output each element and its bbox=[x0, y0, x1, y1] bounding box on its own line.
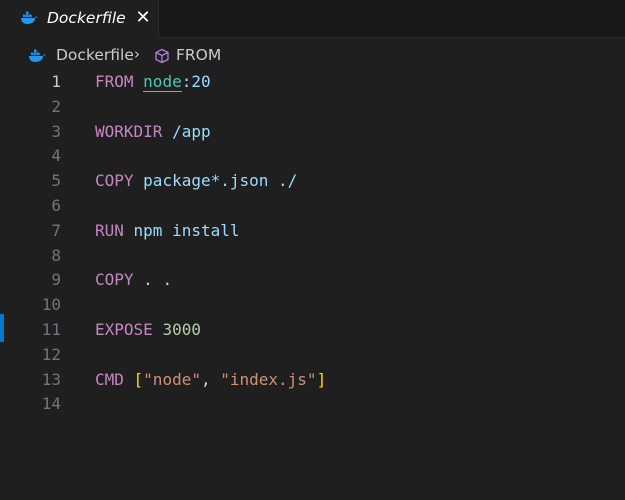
code-token: /app bbox=[172, 121, 211, 141]
breadcrumb-file[interactable]: Dockerfile bbox=[56, 46, 134, 64]
line-number: 4 bbox=[51, 146, 61, 166]
line-number: 8 bbox=[51, 245, 61, 265]
tab-dockerfile[interactable]: Dockerfile ✕ bbox=[0, 0, 159, 38]
code-line[interactable]: 6 bbox=[0, 196, 625, 216]
code-token: EXPOSE bbox=[95, 320, 163, 339]
code-token: RUN bbox=[95, 220, 134, 240]
line-number: 12 bbox=[41, 344, 61, 364]
line-number: 5 bbox=[51, 171, 61, 191]
code-line[interactable]: 8 bbox=[0, 246, 625, 266]
code-token: [ bbox=[133, 369, 144, 389]
code-line[interactable]: 7 RUN npm install bbox=[0, 221, 625, 241]
code-line[interactable]: 10 bbox=[0, 295, 625, 315]
code-token: 3000 bbox=[162, 320, 201, 339]
code-line[interactable]: 14 bbox=[0, 394, 625, 414]
code-token: package*.json ./ bbox=[143, 171, 298, 191]
code-token: node bbox=[143, 72, 182, 92]
code-line[interactable]: 1 FROM node:20 bbox=[0, 72, 625, 92]
code-token: COPY bbox=[95, 171, 144, 191]
tab-title: Dockerfile bbox=[47, 9, 126, 27]
code-text: WORKDIR /app bbox=[95, 122, 211, 142]
line-number: 13 bbox=[41, 369, 61, 389]
tab-bar: Dockerfile ✕ bbox=[0, 0, 625, 38]
breadcrumb-symbol[interactable]: FROM bbox=[176, 46, 221, 64]
code-token: "node" bbox=[143, 369, 201, 389]
code-token: npm install bbox=[133, 220, 240, 240]
code-token: CMD bbox=[95, 369, 134, 389]
code-line[interactable]: 5 COPY package*.json ./ bbox=[0, 171, 625, 191]
code-token: COPY bbox=[95, 270, 144, 290]
code-token: "index.js" bbox=[220, 369, 317, 389]
docker-whale-icon bbox=[29, 49, 46, 62]
code-editor[interactable]: 1 FROM node:20 2 3 WORKDIR /app 4 5 COPY packag… bbox=[0, 72, 625, 500]
code-text: FROM node:20 bbox=[95, 72, 211, 92]
breadcrumb-separator-icon: › bbox=[134, 45, 140, 63]
code-line[interactable]: 11 EXPOSE 3000 bbox=[0, 320, 625, 340]
code-token: WORKDIR bbox=[95, 121, 173, 141]
code-text: CMD ["node", "index.js"] bbox=[95, 370, 326, 390]
code-line[interactable]: 12 bbox=[0, 345, 625, 365]
line-number: 2 bbox=[51, 96, 61, 116]
code-line[interactable]: 13 CMD ["node", "index.js"] bbox=[0, 370, 625, 390]
code-line[interactable]: 3 WORKDIR /app bbox=[0, 122, 625, 142]
breadcrumb: Dockerfile › FROM bbox=[0, 38, 625, 72]
code-line[interactable]: 4 bbox=[0, 146, 625, 166]
line-number: 11 bbox=[41, 320, 61, 339]
code-line[interactable]: 9 COPY . . bbox=[0, 270, 625, 290]
line-number: 14 bbox=[41, 394, 61, 414]
close-icon[interactable]: ✕ bbox=[133, 8, 153, 28]
code-text: COPY package*.json ./ bbox=[95, 171, 297, 191]
line-number: 1 bbox=[51, 72, 61, 91]
line-number: 9 bbox=[51, 270, 61, 290]
code-token: , bbox=[200, 369, 221, 389]
docker-whale-icon bbox=[21, 11, 38, 24]
cube-icon bbox=[155, 48, 169, 64]
code-text: COPY . . bbox=[95, 270, 172, 290]
line-number: 7 bbox=[51, 220, 61, 240]
line-number: 10 bbox=[41, 295, 61, 315]
code-token: . . bbox=[143, 270, 173, 290]
code-token: :20 bbox=[181, 72, 211, 91]
code-text: EXPOSE 3000 bbox=[95, 320, 201, 340]
code-line[interactable]: 2 bbox=[0, 97, 625, 117]
line-number: 3 bbox=[51, 121, 61, 141]
code-text: RUN npm install bbox=[95, 221, 240, 241]
line-number: 6 bbox=[51, 196, 61, 215]
code-token: ] bbox=[316, 369, 327, 389]
code-token: FROM bbox=[95, 72, 144, 91]
